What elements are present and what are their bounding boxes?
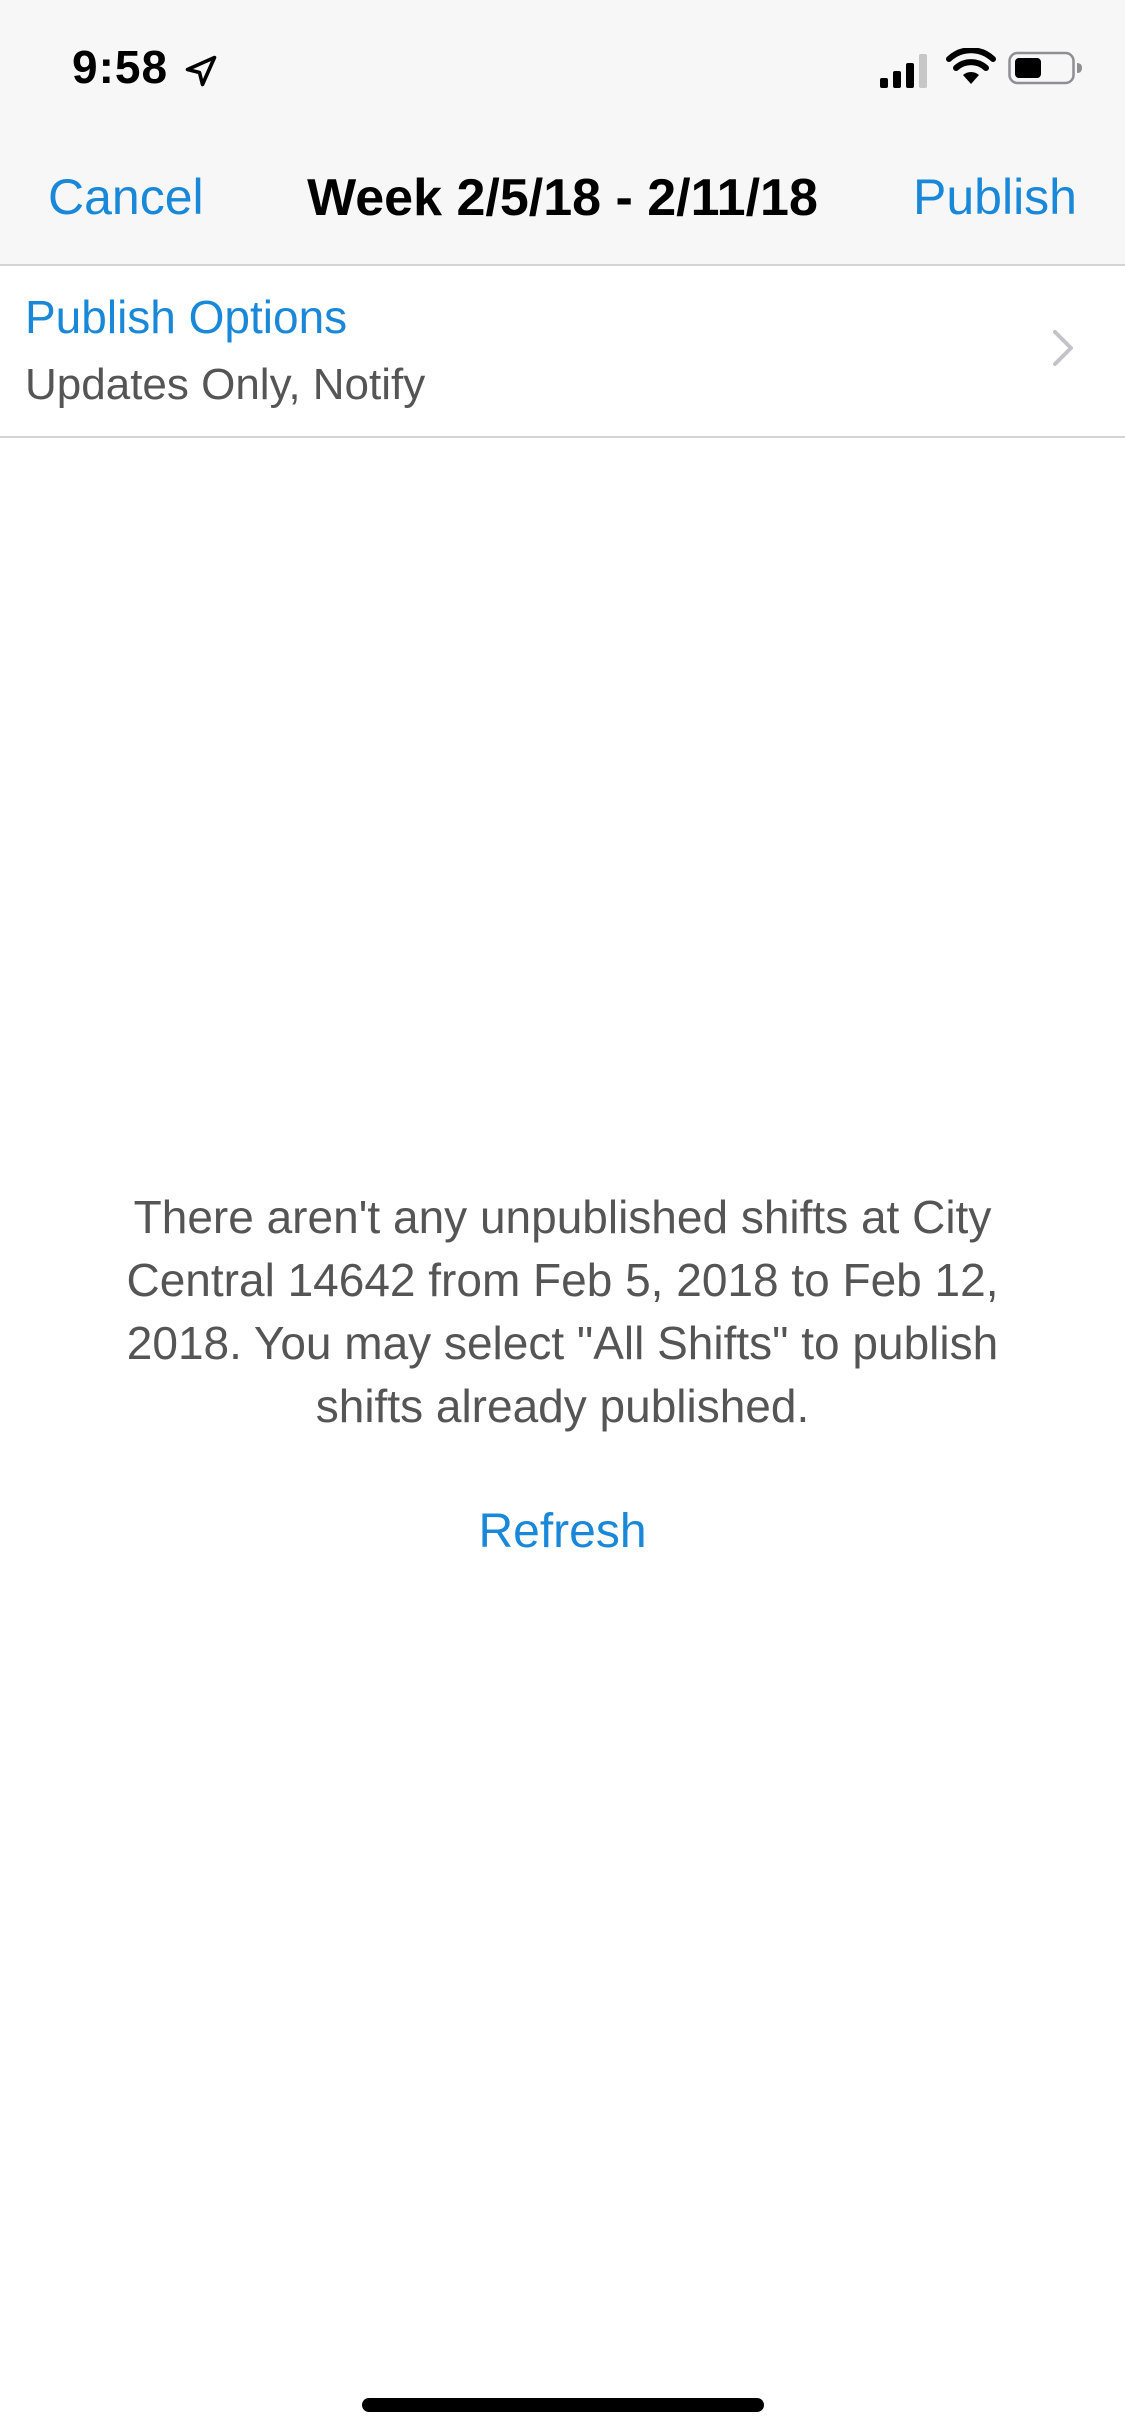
home-indicator[interactable] xyxy=(362,2398,764,2412)
wifi-icon xyxy=(946,48,996,84)
chevron-right-icon xyxy=(1053,330,1073,366)
screen: 9:58 Cancel Week 2/5/18 - 2/11/18 Publis… xyxy=(0,0,1125,2436)
publish-options-row[interactable]: Publish Options Updates Only, Notify xyxy=(0,266,1125,438)
empty-state-message: There aren't any unpublished shifts at C… xyxy=(126,1191,999,1432)
refresh-button[interactable]: Refresh xyxy=(0,1504,1125,1559)
battery-icon xyxy=(1008,51,1082,85)
top-bar: 9:58 Cancel Week 2/5/18 - 2/11/18 Publis… xyxy=(0,0,1125,266)
cancel-button[interactable]: Cancel xyxy=(48,168,204,226)
location-arrow-icon xyxy=(185,55,217,87)
publish-options-label: Publish Options xyxy=(25,291,348,343)
signal-icon xyxy=(880,54,927,88)
status-time: 9:58 xyxy=(72,41,169,93)
publish-options-value: Updates Only, Notify xyxy=(25,360,426,409)
publish-button[interactable]: Publish xyxy=(913,168,1077,226)
